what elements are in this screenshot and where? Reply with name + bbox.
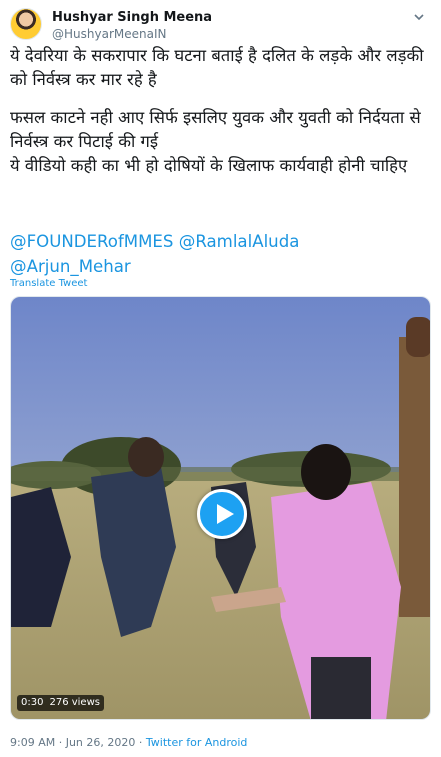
tweet-source[interactable]: Twitter for Android <box>146 736 248 749</box>
tweet-paragraph: ये वीडियो कही का भी हो दोषियों के खिलाफ … <box>10 156 408 175</box>
tweet-timestamp[interactable]: 9:09 AM · Jun 26, 2020 <box>10 736 135 749</box>
mentions: @FOUNDERofMMES @RamlalAluda @Arjun_Mehar <box>10 229 431 279</box>
tweet-paragraph: फसल काटने नही आए सिर्फ इसलिए युवक और युव… <box>10 108 421 151</box>
video-stats-badge: 0:30 276 views <box>17 695 104 711</box>
translate-tweet-link[interactable]: Translate Tweet <box>10 278 87 289</box>
tweet-header: Hushyar Singh Meena @HushyarMeenaIN <box>10 8 430 42</box>
video-player[interactable]: 0:30 276 views <box>10 296 431 720</box>
mention-link[interactable]: @FOUNDERofMMES <box>10 232 173 251</box>
mention-link[interactable]: @RamlalAluda <box>179 232 300 251</box>
avatar[interactable] <box>10 8 42 40</box>
user-handle[interactable]: @HushyarMeenaIN <box>52 27 166 41</box>
play-icon[interactable] <box>197 489 247 539</box>
video-views: 276 views <box>49 697 100 708</box>
video-duration: 0:30 <box>21 697 44 708</box>
tweet-meta: 9:09 AM · Jun 26, 2020 · Twitter for And… <box>10 736 247 749</box>
meta-separator: · <box>138 736 143 749</box>
chevron-down-icon[interactable] <box>412 10 426 24</box>
tweet-paragraph: ये देवरिया के सकरापार कि घटना बताई है दल… <box>10 46 424 89</box>
display-name[interactable]: Hushyar Singh Meena <box>52 10 212 25</box>
mention-link[interactable]: @Arjun_Mehar <box>10 257 131 276</box>
tweet-text: ये देवरिया के सकरापार कि घटना बताई है दल… <box>10 44 431 178</box>
